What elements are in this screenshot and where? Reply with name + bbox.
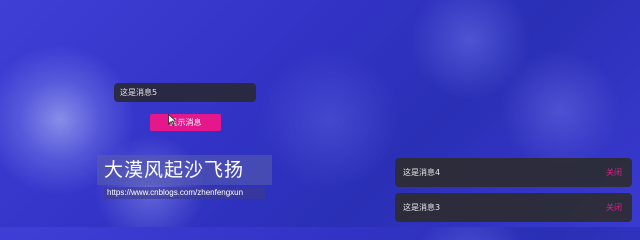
toast-close-button[interactable]: 关闭: [606, 202, 622, 213]
toast-message: 这是消息3: [403, 203, 441, 212]
show-message-button[interactable]: 显示消息: [150, 114, 221, 131]
watermark-title: 大漠风起沙飞扬: [104, 159, 245, 181]
mouse-cursor-icon: [168, 114, 177, 126]
watermark-url: https://www.cnblogs.com/zhenfengxun: [104, 187, 265, 199]
toast-notification: 这是消息3 关闭: [395, 193, 632, 222]
toast-close-button[interactable]: 关闭: [606, 167, 622, 178]
message-input[interactable]: 这是消息5: [114, 83, 256, 102]
toast-message: 这是消息4: [403, 168, 441, 177]
toast-notification: 这是消息4 关闭: [395, 158, 632, 187]
